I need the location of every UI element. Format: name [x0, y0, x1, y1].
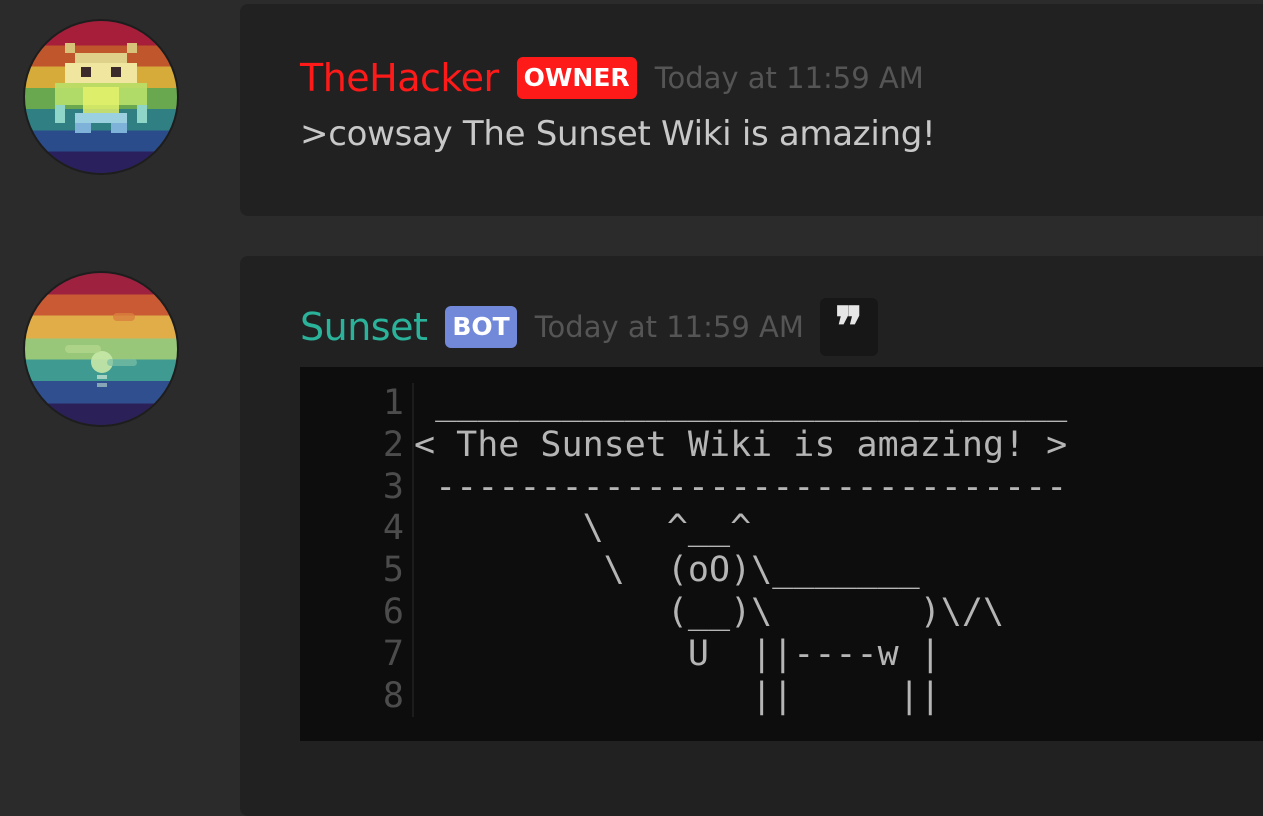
cowsay-output: ______________________________ < The Sun… [414, 383, 1068, 716]
message-thehacker [240, 4, 1263, 216]
timestamp: Today at 11:59 AM [654, 61, 924, 95]
line-number: 3 [382, 466, 404, 507]
owner-role-badge: OWNER [516, 57, 637, 99]
sunset-bot-avatar[interactable] [25, 273, 177, 425]
thehacker-avatar[interactable] [25, 21, 177, 173]
message-header: Sunset BOT Today at 11:59 AM ❞ [300, 298, 878, 356]
line-number: 8 [382, 675, 404, 716]
username[interactable]: Sunset [300, 301, 428, 353]
message-header: TheHacker OWNER Today at 11:59 AM [300, 52, 924, 104]
line-number: 4 [382, 508, 404, 549]
line-number: 5 [382, 550, 404, 591]
line-numbers: 12345678 [360, 383, 414, 718]
line-number: 7 [382, 633, 404, 674]
line-number: 6 [382, 591, 404, 632]
message-text: >cowsay The Sunset Wiki is amazing! [300, 114, 936, 154]
sunset-icon [25, 273, 177, 425]
quote-icon[interactable]: ❞ [819, 298, 878, 356]
bot-badge: BOT [445, 306, 517, 348]
timestamp: Today at 11:59 AM [534, 310, 804, 344]
space-invader-icon [25, 21, 177, 173]
line-number: 1 [382, 383, 404, 423]
line-number: 2 [382, 424, 404, 465]
username[interactable]: TheHacker [300, 52, 499, 104]
code-block: 12345678 ______________________________ … [300, 367, 1263, 741]
